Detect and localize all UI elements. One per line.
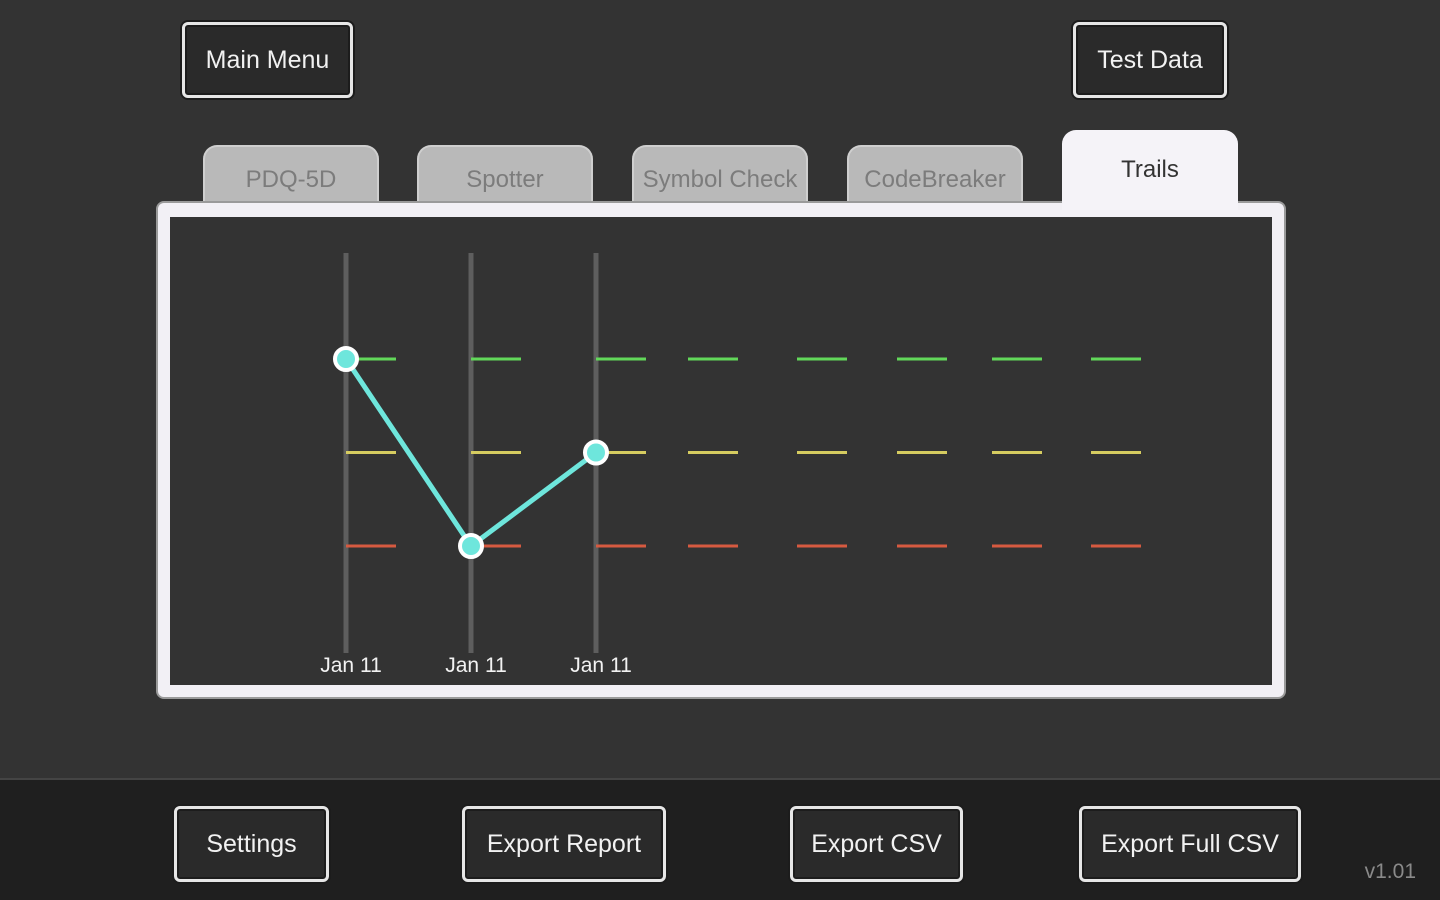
tab-codebreaker[interactable]: CodeBreaker — [847, 145, 1023, 203]
x-axis-date-label: Jan 11 — [320, 654, 382, 677]
tab-pdq-5d[interactable]: PDQ-5D — [203, 145, 379, 203]
export-full-csv-button[interactable]: Export Full CSV — [1079, 806, 1301, 882]
trails-chart: Jan 11 Jan 11 Jan 11 — [320, 253, 1141, 677]
trails-panel: Jan 11 Jan 11 Jan 11 — [156, 201, 1286, 699]
test-data-button[interactable]: Test Data — [1073, 22, 1227, 98]
tab-spotter[interactable]: Spotter — [417, 145, 593, 203]
version-label: v1.01 — [1364, 860, 1416, 883]
data-point[interactable] — [333, 346, 359, 372]
data-point[interactable] — [458, 533, 484, 559]
x-axis-date-label: Jan 11 — [570, 654, 632, 677]
app-window: Main Menu Test Data PDQ-5D Spotter Symbo… — [0, 0, 1440, 900]
export-report-button[interactable]: Export Report — [462, 806, 666, 882]
export-csv-button[interactable]: Export CSV — [790, 806, 963, 882]
tab-symbol-check[interactable]: Symbol Check — [632, 145, 808, 203]
trails-chart-area: Jan 11 Jan 11 Jan 11 — [170, 217, 1272, 685]
footer-bar: Settings Export Report Export CSV Export… — [0, 778, 1440, 900]
data-point[interactable] — [583, 439, 609, 466]
main-menu-button[interactable]: Main Menu — [182, 22, 353, 98]
tab-trails[interactable]: Trails — [1062, 130, 1238, 210]
settings-button[interactable]: Settings — [174, 806, 329, 882]
x-axis-date-label: Jan 11 — [445, 654, 507, 677]
